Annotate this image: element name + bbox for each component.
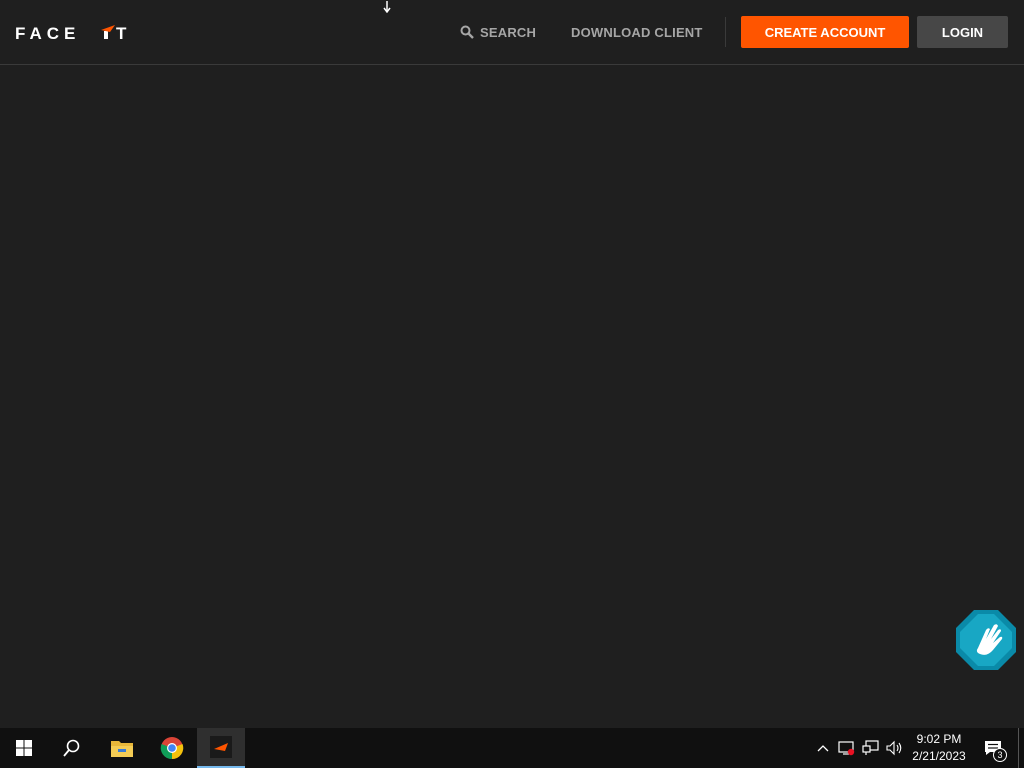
taskbar-clock[interactable]: 9:02 PM 2/21/2023 [906,731,972,765]
security-icon [838,741,855,756]
notification-count-badge: 3 [993,748,1007,762]
volume-icon [886,740,902,756]
svg-text:FACE: FACE [15,24,80,40]
file-explorer-icon [111,741,133,757]
create-account-label: CREATE ACCOUNT [764,24,886,40]
security-tray-button[interactable] [836,728,858,768]
faceit-taskbar-button[interactable] [197,728,245,768]
taskbar-search-button[interactable] [48,728,96,768]
create-account-button[interactable]: CREATE ACCOUNT [741,16,909,48]
login-label: LOGIN [941,24,984,40]
chevron-up-icon [817,745,829,752]
windows-start-icon [16,740,32,756]
action-center-button[interactable]: 3 [978,728,1008,768]
faceit-app-icon [210,736,232,758]
faceit-window: FACE T SEARCH DOWNLOAD CLIENT CREATE ACC… [0,0,1024,728]
clock-date: 2/21/2023 [912,749,966,763]
help-widget-button[interactable] [956,610,1016,670]
network-tray-button[interactable] [860,728,882,768]
network-icon [862,740,879,755]
chrome-button[interactable] [148,728,196,768]
svg-text:T: T [116,24,127,40]
clock-time: 9:02 PM [916,732,962,746]
login-button[interactable]: LOGIN [917,16,1008,48]
faceit-logo[interactable]: FACE T [15,22,137,42]
top-navigation-bar: FACE T SEARCH DOWNLOAD CLIENT CREATE ACC… [0,0,1024,65]
file-explorer-button[interactable] [98,728,146,768]
windows-taskbar: 9:02 PM 2/21/2023 3 [0,728,1024,768]
search-icon [63,739,80,757]
wave-hand-icon [956,610,1016,670]
search-label: SEARCH [480,24,537,40]
show-hidden-icons-button[interactable] [814,728,832,768]
start-button[interactable] [0,728,48,768]
magnifier-icon [460,25,474,39]
show-desktop-button[interactable] [1018,728,1019,768]
mouse-cursor-icon [382,0,392,14]
chrome-icon [160,737,184,760]
search-button[interactable]: SEARCH [460,0,536,64]
download-client-label: DOWNLOAD CLIENT [571,24,703,40]
download-client-link[interactable]: DOWNLOAD CLIENT [571,0,703,64]
volume-tray-button[interactable] [884,728,906,768]
nav-divider [725,17,726,47]
